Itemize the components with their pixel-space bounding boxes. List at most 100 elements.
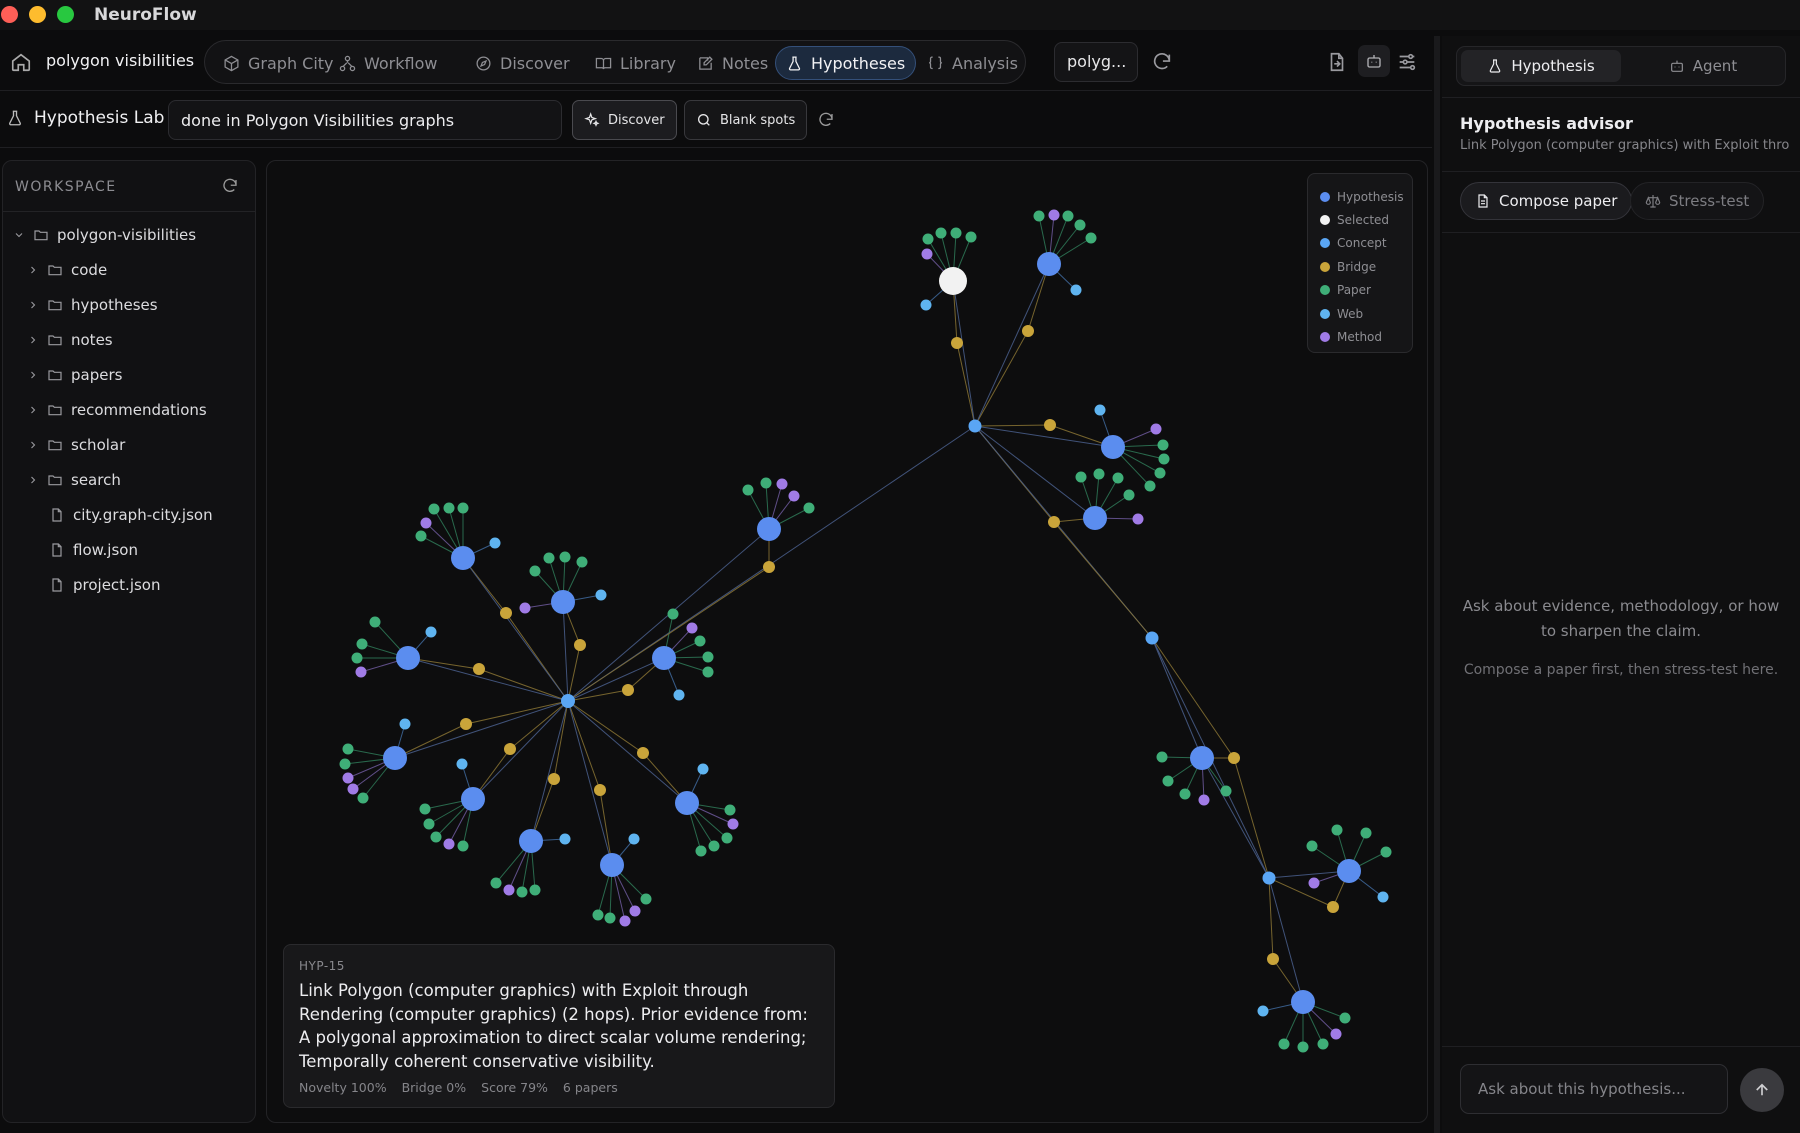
paper-node[interactable]: [357, 792, 369, 804]
web-node[interactable]: [920, 299, 932, 311]
hypothesis-node[interactable]: [652, 646, 676, 670]
tab-discover[interactable]: Discover: [465, 46, 580, 80]
paper-node[interactable]: [1156, 751, 1168, 763]
paper-node[interactable]: [1033, 210, 1045, 222]
paper-node[interactable]: [430, 831, 442, 843]
paper-node[interactable]: [543, 552, 555, 564]
concept-node[interactable]: [968, 419, 982, 433]
paper-node[interactable]: [1154, 467, 1166, 479]
paper-node[interactable]: [428, 503, 440, 515]
hypothesis-node[interactable]: [551, 590, 575, 614]
method-node[interactable]: [1150, 423, 1162, 435]
method-node[interactable]: [776, 478, 788, 490]
concept-node[interactable]: [1145, 631, 1159, 645]
hypothesis-node[interactable]: [383, 746, 407, 770]
paper-node[interactable]: [1162, 775, 1174, 787]
hypothesis-node[interactable]: [1101, 435, 1125, 459]
method-node[interactable]: [1308, 877, 1320, 889]
paper-node[interactable]: [1157, 439, 1169, 451]
paper-node[interactable]: [950, 227, 962, 239]
concept-node[interactable]: [561, 694, 575, 708]
tree-folder[interactable]: search: [27, 465, 121, 495]
tree-folder[interactable]: scholar: [27, 430, 125, 460]
tab-notes[interactable]: Notes: [687, 46, 778, 80]
paper-node[interactable]: [695, 845, 707, 857]
bridge-node[interactable]: [500, 607, 512, 619]
hypothesis-node[interactable]: [757, 517, 781, 541]
paper-node[interactable]: [457, 840, 469, 852]
hypothesis-node[interactable]: [519, 829, 543, 853]
bridge-node[interactable]: [1044, 419, 1056, 431]
hypothesis-node[interactable]: [1190, 746, 1214, 770]
export-icon[interactable]: [1326, 51, 1348, 73]
paper-node[interactable]: [1179, 788, 1191, 800]
agent-toggle-button[interactable]: [1358, 45, 1390, 77]
paper-node[interactable]: [419, 803, 431, 815]
selected-node[interactable]: [939, 267, 967, 295]
method-node[interactable]: [686, 622, 698, 634]
paper-node[interactable]: [1158, 453, 1170, 465]
tree-folder[interactable]: code: [27, 255, 107, 285]
paper-node[interactable]: [415, 530, 427, 542]
web-node[interactable]: [1070, 284, 1082, 296]
paper-node[interactable]: [339, 758, 351, 770]
paper-node[interactable]: [457, 502, 469, 514]
paper-node[interactable]: [694, 635, 706, 647]
tab-graph-city[interactable]: Graph City: [213, 46, 344, 80]
method-node[interactable]: [727, 818, 739, 830]
tree-file[interactable]: project.json: [49, 570, 161, 600]
paper-node[interactable]: [803, 502, 815, 514]
method-node[interactable]: [921, 248, 933, 260]
bridge-node[interactable]: [1267, 953, 1279, 965]
paper-node[interactable]: [1331, 824, 1343, 836]
hypothesis-query-input[interactable]: [168, 100, 562, 140]
bridge-node[interactable]: [637, 747, 649, 759]
hypothesis-node[interactable]: [1083, 506, 1107, 530]
bridge-node[interactable]: [1228, 752, 1240, 764]
tab-hypothesis[interactable]: Hypothesis: [1461, 50, 1621, 82]
paper-node[interactable]: [1339, 1012, 1351, 1024]
send-button[interactable]: [1740, 1068, 1784, 1112]
method-node[interactable]: [788, 490, 800, 502]
web-node[interactable]: [697, 763, 709, 775]
bridge-node[interactable]: [1048, 516, 1060, 528]
paper-node[interactable]: [1278, 1038, 1290, 1050]
hypothesis-node[interactable]: [1337, 859, 1361, 883]
bridge-node[interactable]: [763, 561, 775, 573]
minimize-window-button[interactable]: [29, 6, 46, 23]
hypothesis-node[interactable]: [451, 546, 475, 570]
bridge-node[interactable]: [460, 718, 472, 730]
method-node[interactable]: [503, 884, 515, 896]
paper-node[interactable]: [721, 832, 733, 844]
paper-node[interactable]: [516, 886, 528, 898]
paper-node[interactable]: [922, 233, 934, 245]
close-window-button[interactable]: [1, 6, 18, 23]
paper-node[interactable]: [576, 556, 588, 568]
panel-splitter[interactable]: [1434, 36, 1440, 1133]
paper-node[interactable]: [423, 818, 435, 830]
paper-node[interactable]: [443, 502, 455, 514]
paper-node[interactable]: [351, 652, 363, 664]
method-node[interactable]: [420, 517, 432, 529]
blank-spots-button[interactable]: Blank spots: [684, 100, 808, 140]
paper-node[interactable]: [356, 638, 368, 650]
bridge-node[interactable]: [574, 639, 586, 651]
paper-node[interactable]: [1085, 232, 1097, 244]
web-node[interactable]: [425, 626, 437, 638]
tab-analysis[interactable]: Analysis: [917, 46, 1028, 80]
bridge-node[interactable]: [473, 663, 485, 675]
tree-folder[interactable]: hypotheses: [27, 290, 158, 320]
paper-node[interactable]: [1062, 210, 1074, 222]
method-node[interactable]: [519, 602, 531, 614]
ask-hypothesis-input[interactable]: [1460, 1064, 1728, 1114]
hypothesis-node[interactable]: [600, 853, 624, 877]
hypothesis-node[interactable]: [396, 646, 420, 670]
paper-node[interactable]: [702, 666, 714, 678]
paper-node[interactable]: [1144, 480, 1156, 492]
tree-file[interactable]: flow.json: [49, 535, 138, 565]
method-node[interactable]: [443, 838, 455, 850]
paper-node[interactable]: [529, 565, 541, 577]
bridge-node[interactable]: [622, 684, 634, 696]
paper-node[interactable]: [965, 231, 977, 243]
web-node[interactable]: [595, 589, 607, 601]
